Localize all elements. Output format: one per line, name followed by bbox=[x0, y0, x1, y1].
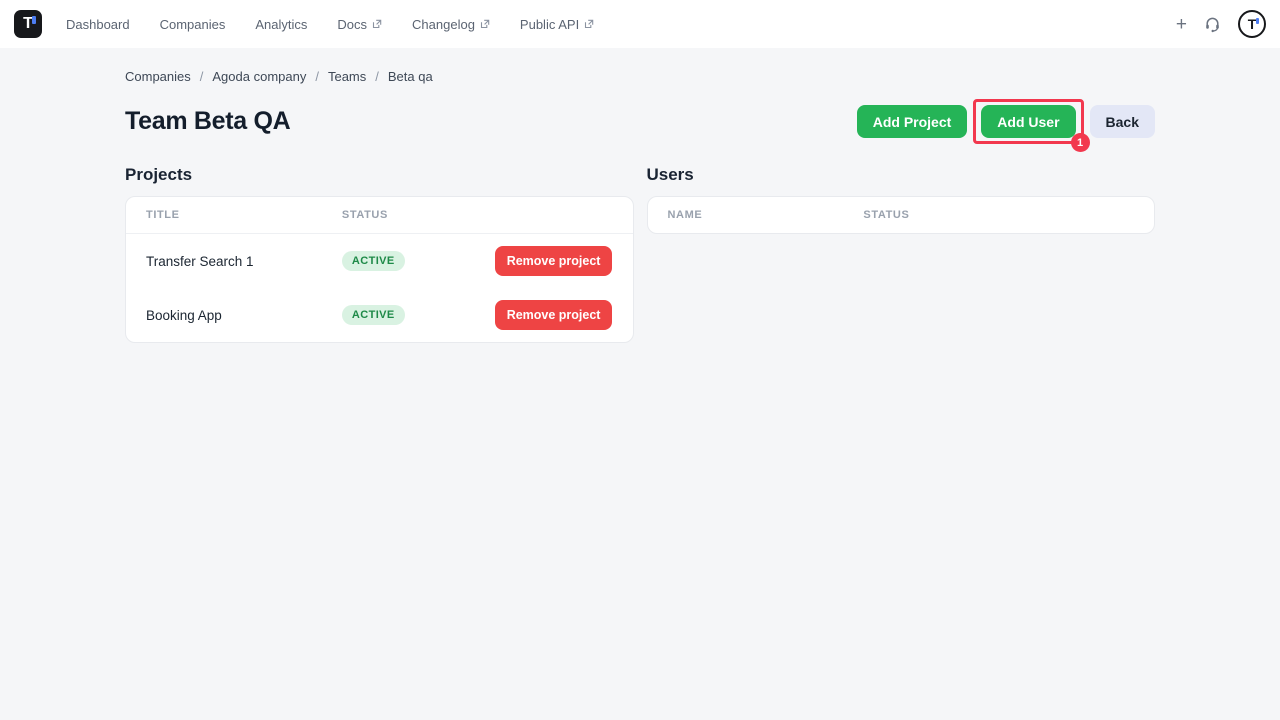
project-title: Booking App bbox=[146, 308, 342, 323]
nav-item-label: Public API bbox=[520, 17, 579, 32]
add-user-button[interactable]: Add User bbox=[981, 105, 1075, 138]
annotation-highlight: Add User 1 bbox=[973, 99, 1083, 144]
users-section: Users Name Status bbox=[647, 165, 1156, 343]
page-title: Team Beta QA bbox=[125, 107, 290, 136]
column-header-status: Status bbox=[342, 209, 613, 221]
users-heading: Users bbox=[647, 165, 1156, 185]
breadcrumb-beta-qa[interactable]: Beta qa bbox=[388, 69, 433, 84]
page-header: Team Beta QA Add Project Add User 1 Back bbox=[125, 99, 1155, 144]
table-row: Booking App ACTIVE Remove project bbox=[126, 288, 633, 342]
app-logo[interactable]: T bbox=[14, 10, 42, 38]
breadcrumb-teams[interactable]: Teams bbox=[328, 69, 366, 84]
breadcrumb-agoda-company[interactable]: Agoda company bbox=[212, 69, 306, 84]
nav-item-label: Companies bbox=[160, 17, 226, 32]
column-header-name: Name bbox=[668, 209, 864, 221]
status-badge: ACTIVE bbox=[342, 251, 405, 271]
breadcrumb-separator: / bbox=[375, 69, 379, 84]
back-button[interactable]: Back bbox=[1090, 105, 1155, 138]
nav-item-changelog[interactable]: Changelog bbox=[412, 17, 490, 32]
top-navbar: T Dashboard Companies Analytics Docs Cha… bbox=[0, 0, 1280, 48]
nav-menu: Dashboard Companies Analytics Docs Chang… bbox=[66, 17, 624, 32]
annotation-badge-1: 1 bbox=[1071, 133, 1090, 152]
add-project-button[interactable]: Add Project bbox=[857, 105, 968, 138]
user-avatar[interactable]: T bbox=[1238, 10, 1266, 38]
status-badge: ACTIVE bbox=[342, 305, 405, 325]
avatar-accent bbox=[1256, 18, 1259, 24]
nav-item-dashboard[interactable]: Dashboard bbox=[66, 17, 130, 32]
remove-project-button[interactable]: Remove project bbox=[495, 246, 613, 276]
navbar-right: + T bbox=[1176, 10, 1266, 38]
projects-section: Projects Title Status Transfer Search 1 … bbox=[125, 165, 634, 343]
avatar-letter: T bbox=[1248, 17, 1257, 31]
breadcrumb-companies[interactable]: Companies bbox=[125, 69, 191, 84]
header-actions: Add Project Add User 1 Back bbox=[857, 99, 1155, 144]
users-table-header: Name Status bbox=[648, 197, 1155, 233]
column-header-title: Title bbox=[146, 209, 342, 221]
remove-project-button[interactable]: Remove project bbox=[495, 300, 613, 330]
projects-heading: Projects bbox=[125, 165, 634, 185]
nav-item-label: Dashboard bbox=[66, 17, 130, 32]
external-link-icon bbox=[480, 19, 490, 29]
external-link-icon bbox=[584, 19, 594, 29]
column-header-status: Status bbox=[863, 209, 1134, 221]
table-row: Transfer Search 1 ACTIVE Remove project bbox=[126, 234, 633, 288]
breadcrumb-separator: / bbox=[200, 69, 204, 84]
breadcrumb: Companies / Agoda company / Teams / Beta… bbox=[125, 69, 1155, 84]
external-link-icon bbox=[372, 19, 382, 29]
nav-item-public-api[interactable]: Public API bbox=[520, 17, 594, 32]
app-logo-accent bbox=[32, 16, 36, 24]
page-content: Companies / Agoda company / Teams / Beta… bbox=[125, 69, 1155, 343]
nav-item-analytics[interactable]: Analytics bbox=[255, 17, 307, 32]
nav-item-label: Docs bbox=[337, 17, 367, 32]
breadcrumb-separator: / bbox=[315, 69, 319, 84]
project-title: Transfer Search 1 bbox=[146, 254, 342, 269]
nav-item-label: Changelog bbox=[412, 17, 475, 32]
sections-grid: Projects Title Status Transfer Search 1 … bbox=[125, 165, 1155, 343]
nav-item-companies[interactable]: Companies bbox=[160, 17, 226, 32]
users-table: Name Status bbox=[647, 196, 1156, 234]
projects-table-header: Title Status bbox=[126, 197, 633, 234]
support-headset-icon[interactable] bbox=[1204, 16, 1221, 33]
projects-table: Title Status Transfer Search 1 ACTIVE Re… bbox=[125, 196, 634, 343]
nav-item-label: Analytics bbox=[255, 17, 307, 32]
nav-item-docs[interactable]: Docs bbox=[337, 17, 382, 32]
plus-icon[interactable]: + bbox=[1176, 15, 1187, 34]
